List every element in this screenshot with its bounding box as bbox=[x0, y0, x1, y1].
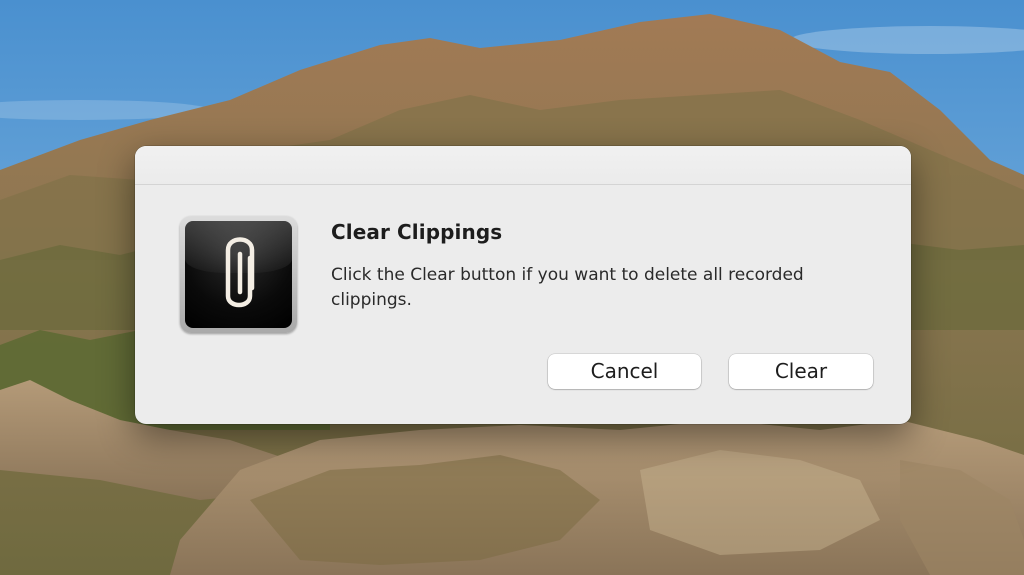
cancel-button[interactable]: Cancel bbox=[548, 354, 701, 389]
clear-clippings-dialog: Clear Clippings Click the Clear button i… bbox=[135, 146, 911, 424]
paperclip-icon bbox=[180, 216, 297, 333]
dialog-message: Click the Clear button if you want to de… bbox=[331, 265, 804, 310]
dialog-titlebar bbox=[135, 146, 911, 185]
clear-button[interactable]: Clear bbox=[729, 354, 873, 389]
desktop: Clear Clippings Click the Clear button i… bbox=[0, 0, 1024, 575]
dialog-title: Clear Clippings bbox=[331, 220, 503, 244]
